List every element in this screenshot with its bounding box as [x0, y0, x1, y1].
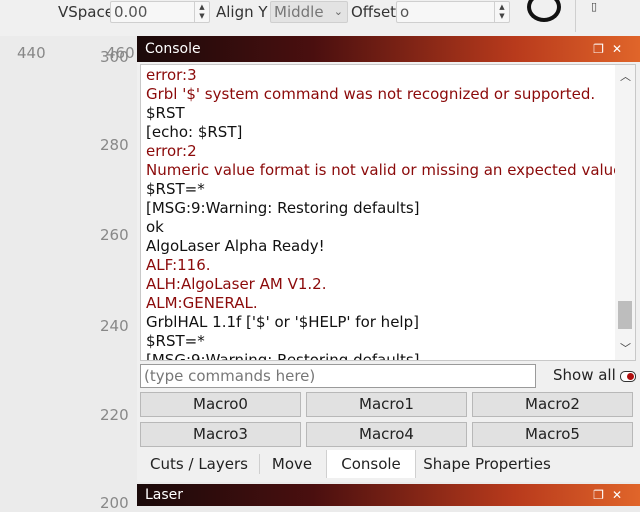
- vspace-value: 0.00: [114, 3, 148, 21]
- ruler-tick: 260: [100, 226, 129, 244]
- console-title-bar[interactable]: Console ❐✕: [137, 36, 640, 62]
- ruler-tick: 220: [100, 406, 129, 424]
- align-y-select[interactable]: Middle ⌄: [270, 1, 348, 23]
- console-log-line: [MSG:9:Warning: Restoring defaults]: [146, 199, 420, 217]
- console-log-line: Numeric value format is not valid or mis…: [146, 161, 628, 179]
- macro-button[interactable]: Macro2: [472, 392, 633, 417]
- vspace-spinbox[interactable]: 0.00 ▲ ▼: [110, 1, 210, 23]
- scroll-up-icon[interactable]: ︿: [620, 68, 631, 84]
- console-log-line: $RST=*: [146, 332, 205, 350]
- canvas-ruler: 440 460 300 280 260 240 220 200: [0, 36, 137, 512]
- spin-arrows-icon[interactable]: ▲ ▼: [194, 2, 209, 22]
- refresh-icon[interactable]: [527, 0, 561, 22]
- console-log[interactable]: error:3 Grbl '$' system command was not r…: [140, 64, 636, 361]
- macro-button[interactable]: Macro1: [306, 392, 467, 417]
- offset-spinbox[interactable]: o ▲ ▼: [396, 1, 510, 23]
- file-icon[interactable]: ▯: [591, 0, 597, 13]
- offset-value: o: [400, 3, 410, 21]
- command-placeholder: (type commands here): [144, 367, 316, 385]
- tab-move[interactable]: Move: [260, 450, 324, 478]
- macro-button[interactable]: Macro5: [472, 422, 633, 447]
- float-icon[interactable]: ❐: [593, 488, 612, 502]
- command-input[interactable]: (type commands here): [140, 364, 536, 388]
- console-log-line: Grbl '$' system command was not recogniz…: [146, 85, 596, 103]
- ruler-tick: 240: [100, 317, 129, 335]
- console-log-line: ALF:116.: [146, 256, 211, 274]
- toggle-knob: [627, 373, 634, 380]
- console-log-line: error:3: [146, 66, 197, 84]
- console-log-line: $RST: [146, 104, 185, 122]
- console-panel: error:3 Grbl '$' system command was not r…: [137, 62, 640, 482]
- scrollbar-thumb[interactable]: [618, 301, 632, 329]
- offset-label: Offset: [351, 3, 397, 21]
- toolbar: VSpace 0.00 ▲ ▼ Align Y Middle ⌄ Offset o…: [0, 0, 640, 37]
- console-log-line: ALM:GENERAL.: [146, 294, 258, 312]
- tab-cuts-layers[interactable]: Cuts / Layers: [143, 450, 255, 478]
- show-all-label: Show all: [553, 366, 616, 384]
- console-log-line: error:2: [146, 142, 197, 160]
- vspace-label: VSpace: [58, 3, 114, 21]
- console-log-lines: error:3 Grbl '$' system command was not r…: [146, 66, 628, 361]
- close-icon[interactable]: ✕: [612, 488, 630, 502]
- console-log-line: GrblHAL 1.1f ['$' or '$HELP' for help]: [146, 313, 419, 331]
- laser-title-bar[interactable]: Laser ❐✕: [137, 484, 640, 506]
- console-log-line: $RST=*: [146, 180, 205, 198]
- console-log-line: [echo: $RST]: [146, 123, 243, 141]
- log-scrollbar[interactable]: ︿ ﹀: [615, 65, 635, 360]
- console-title: Console: [145, 41, 201, 57]
- console-log-line: [MSG:9:Warning: Restoring defaults]: [146, 351, 420, 361]
- chevron-down-icon: ⌄: [333, 5, 343, 18]
- macro-button[interactable]: Macro4: [306, 422, 467, 447]
- ruler-tick: 280: [100, 136, 129, 154]
- macro-button[interactable]: Macro3: [140, 422, 301, 447]
- align-y-label: Align Y: [216, 3, 268, 21]
- laser-title: Laser: [145, 487, 184, 503]
- spin-arrows-icon[interactable]: ▲ ▼: [494, 2, 509, 22]
- console-log-line: ALH:AlgoLaser AM V1.2.: [146, 275, 327, 293]
- macro-button[interactable]: Macro0: [140, 392, 301, 417]
- close-icon[interactable]: ✕: [612, 42, 630, 56]
- toolbar-divider: [575, 0, 576, 32]
- console-log-line: AlgoLaser Alpha Ready!: [146, 237, 325, 255]
- scroll-down-icon[interactable]: ﹀: [620, 340, 631, 356]
- ruler-tick: 440: [17, 44, 46, 62]
- ruler-tick: 200: [100, 494, 129, 512]
- tab-shape-properties[interactable]: Shape Properties: [417, 450, 557, 478]
- float-icon[interactable]: ❐: [593, 42, 612, 56]
- tab-console[interactable]: Console: [326, 450, 416, 478]
- align-y-value: Middle: [274, 3, 324, 21]
- show-all-toggle[interactable]: [620, 371, 636, 382]
- ruler-tick: 300: [100, 48, 129, 66]
- console-log-line: ok: [146, 218, 164, 236]
- dock-tabs: Cuts / Layers Move Console Shape Propert…: [137, 450, 640, 478]
